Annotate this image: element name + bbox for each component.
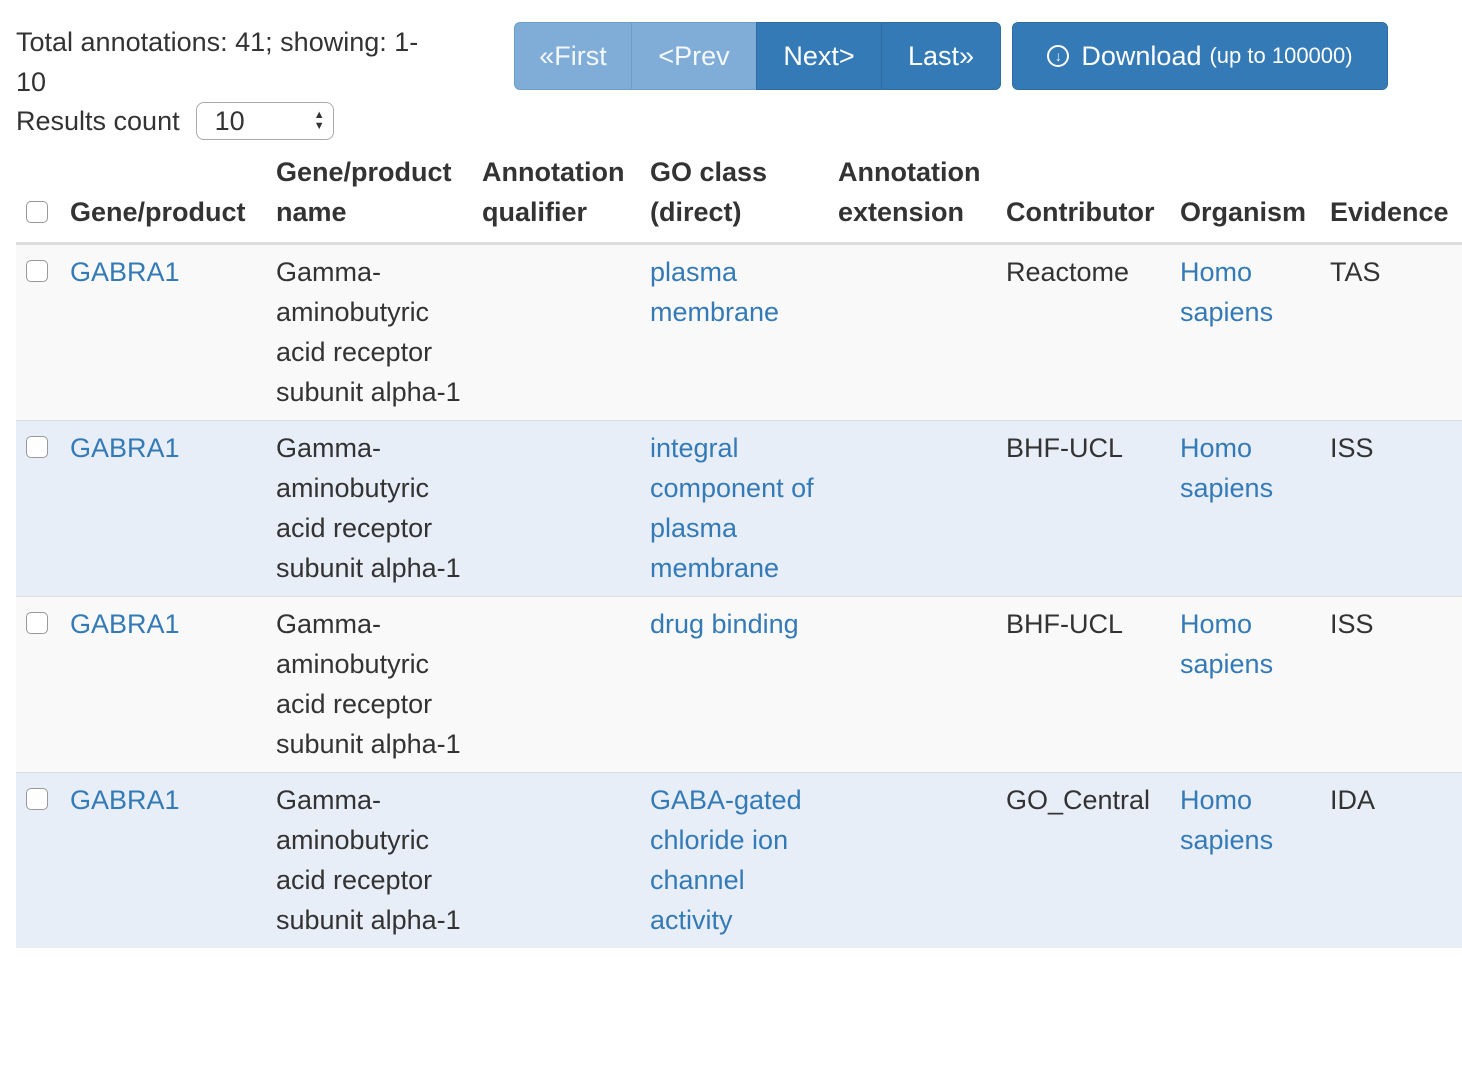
summary-range-end: 10	[16, 67, 47, 97]
evidence-cell: ISS	[1330, 420, 1462, 597]
row-checkbox[interactable]	[26, 611, 48, 634]
gene-name-cell: Gamma-aminobutyric acid receptor subunit…	[276, 243, 482, 421]
select-all-checkbox[interactable]	[26, 200, 48, 223]
extension-cell	[838, 596, 1006, 773]
qualifier-cell	[482, 243, 650, 421]
download-button[interactable]: ↓ Download (up to 100000)	[1012, 22, 1388, 90]
header-annotation-qualifier[interactable]: Annotation qualifier	[482, 150, 650, 245]
download-label: Download	[1081, 40, 1202, 71]
summary-text: Total annotations: 41; showing: 1-	[16, 27, 419, 57]
prev-page-button[interactable]: <Prev	[631, 22, 757, 90]
organism-link[interactable]: Homo sapiens	[1180, 785, 1273, 855]
results-count-select[interactable]: 10 ▲ ▼	[195, 102, 334, 140]
go-class-link[interactable]: GABA-gated chloride ion channel activity	[650, 785, 802, 935]
organism-link[interactable]: Homo sapiens	[1180, 609, 1273, 679]
evidence-cell: ISS	[1330, 596, 1462, 773]
next-page-button[interactable]: Next>	[756, 22, 882, 90]
table-header-row: Gene/product Gene/product name Annotation…	[16, 150, 1462, 245]
results-count-value: 10	[214, 105, 245, 136]
header-contributor[interactable]: Contributor	[1006, 150, 1180, 245]
header-go-class[interactable]: GO class (direct)	[650, 150, 838, 245]
select-arrows-icon: ▲ ▼	[313, 109, 325, 132]
contributor-cell: BHF-UCL	[1006, 420, 1180, 597]
header-annotation-extension[interactable]: Annotation extension	[838, 150, 1006, 245]
select-all-cell	[16, 150, 70, 245]
table-row: GABRA1 Gamma-aminobutyric acid receptor …	[16, 596, 1462, 773]
first-page-button[interactable]: «First	[514, 22, 632, 90]
header-organism[interactable]: Organism	[1180, 150, 1330, 245]
contributor-cell: BHF-UCL	[1006, 596, 1180, 773]
header-gene-product[interactable]: Gene/product	[70, 150, 276, 245]
table-row: GABRA1 Gamma-aminobutyric acid receptor …	[16, 420, 1462, 597]
gene-name-cell: Gamma-aminobutyric acid receptor subunit…	[276, 596, 482, 773]
qualifier-cell	[482, 420, 650, 597]
go-class-link[interactable]: integral component of plasma membrane	[650, 433, 814, 583]
download-limit-note: (up to 100000)	[1209, 43, 1353, 68]
results-count-label: Results count	[16, 105, 180, 136]
annotation-results-page: Total annotations: 41; showing: 1- 10 Res…	[0, 0, 1462, 1088]
gene-name-cell: Gamma-aminobutyric acid receptor subunit…	[276, 420, 482, 597]
gene-link[interactable]: GABRA1	[70, 785, 180, 815]
evidence-cell: IDA	[1330, 772, 1462, 948]
extension-cell	[838, 420, 1006, 597]
row-checkbox[interactable]	[26, 435, 48, 458]
header-gene-product-name[interactable]: Gene/product name	[276, 150, 482, 245]
contributor-cell: GO_Central	[1006, 772, 1180, 948]
results-summary: Total annotations: 41; showing: 1- 10	[16, 22, 456, 102]
last-page-button[interactable]: Last»	[881, 22, 1001, 90]
go-class-link[interactable]: plasma membrane	[650, 257, 779, 327]
gene-name-cell: Gamma-aminobutyric acid receptor subunit…	[276, 772, 482, 948]
row-checkbox[interactable]	[26, 259, 48, 282]
go-class-link[interactable]: drug binding	[650, 609, 799, 639]
download-circle-icon: ↓	[1047, 45, 1070, 67]
table-row: GABRA1 Gamma-aminobutyric acid receptor …	[16, 772, 1462, 948]
organism-link[interactable]: Homo sapiens	[1180, 257, 1273, 327]
header-evidence[interactable]: Evidence	[1330, 150, 1462, 245]
gene-link[interactable]: GABRA1	[70, 433, 180, 463]
qualifier-cell	[482, 772, 650, 948]
contributor-cell: Reactome	[1006, 243, 1180, 421]
gene-link[interactable]: GABRA1	[70, 609, 180, 639]
organism-link[interactable]: Homo sapiens	[1180, 433, 1273, 503]
gene-link[interactable]: GABRA1	[70, 257, 180, 287]
table-row: GABRA1 Gamma-aminobutyric acid receptor …	[16, 243, 1462, 421]
qualifier-cell	[482, 596, 650, 773]
pagination: «First <Prev Next> Last»	[514, 22, 1001, 90]
annotations-table: Gene/product Gene/product name Annotation…	[16, 150, 1462, 948]
row-checkbox[interactable]	[26, 787, 48, 810]
evidence-cell: TAS	[1330, 243, 1462, 421]
extension-cell	[838, 243, 1006, 421]
results-count-control: Results count 10 ▲ ▼	[16, 100, 334, 142]
extension-cell	[838, 772, 1006, 948]
